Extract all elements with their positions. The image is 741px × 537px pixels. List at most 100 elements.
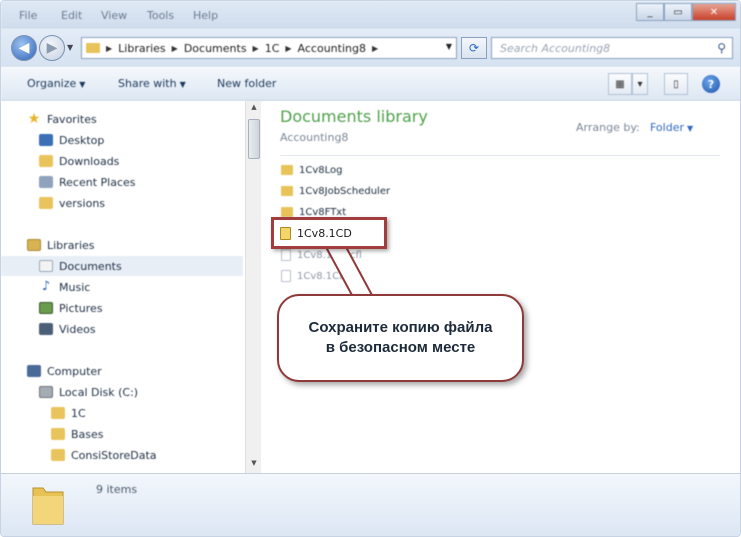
address-dropdown-icon[interactable]: ▼ [446,42,452,51]
change-view-button[interactable]: ▦ [608,73,632,95]
menu-bar: File Edit View Tools Help _ ▭ ✕ [1,1,740,29]
recent-pages-dropdown-icon[interactable]: ▼ [67,43,73,52]
folder-icon [281,207,293,217]
library-title: Documents library [280,107,428,126]
scrollbar-thumb[interactable] [248,119,260,159]
nav-music-label: Music [59,280,91,294]
chevron-right-icon[interactable]: ▶ [372,44,378,53]
file-name: 1Cv8.1CD.cfl [297,249,362,261]
nav-documents[interactable]: Documents [1,256,243,276]
search-placeholder: Search Accounting8 [500,41,611,55]
preview-pane-button[interactable]: ▯ [664,73,688,95]
videos-icon [39,323,53,335]
arrange-by-label: Arrange by: [576,121,640,134]
nav-folder-1c-label: 1C [71,406,86,420]
chevron-right-icon[interactable]: ▶ [285,44,291,53]
navigation-pane: ★ Favorites Desktop Downloads Recent Pla… [1,101,247,473]
folder-icon [51,407,65,419]
chevron-right-icon[interactable]: ▶ [172,44,178,53]
star-icon: ★ [27,111,41,127]
search-input[interactable]: Search Accounting8 ⚲ [491,37,733,59]
folder-icon [281,186,293,196]
folder-icon [51,428,65,440]
chevron-right-icon[interactable]: ▶ [253,44,259,53]
music-icon: ♪ [41,279,51,294]
back-button[interactable]: ◀ [11,35,37,61]
nav-scrollbar[interactable]: ▲ ▼ [245,101,261,473]
search-icon[interactable]: ⚲ [717,41,726,55]
nav-folder-bases-label: Bases [71,427,104,441]
nav-pictures-label: Pictures [59,301,103,315]
close-button[interactable]: ✕ [692,3,736,21]
refresh-button[interactable]: ⟳ [461,37,487,59]
file-name: 1Cv8Log [299,164,343,176]
folder-icon [51,449,65,461]
file-item[interactable]: 1Cv8.1CD.cfl [281,267,362,285]
documents-icon [39,260,53,272]
file-name: 1Cv8.1CD.cfl [297,270,362,282]
content-pane: Documents library Accounting8 Arrange by… [263,101,740,473]
maximize-button[interactable]: ▭ [664,3,692,21]
arrange-by-dropdown[interactable]: Folder ▼ [650,121,693,134]
folder-icon [39,197,53,209]
menu-help[interactable]: Help [193,9,218,22]
callout-bubble: Сохраните копию файла в безопасном месте [277,294,524,382]
scroll-up-icon[interactable]: ▲ [248,103,260,115]
nav-favorites-label: Favorites [47,112,97,126]
share-with-label: Share with [118,77,177,90]
folder-icon [281,165,293,175]
file-item[interactable]: 1Cv8JobScheduler [281,182,390,200]
breadcrumb-libraries[interactable]: Libraries [118,42,166,55]
file-icon [281,270,291,282]
menu-tools[interactable]: Tools [147,9,174,22]
highlighted-file-name: 1Cv8.1CD [297,226,352,240]
minimize-button[interactable]: _ [636,3,664,21]
view-options-dropdown-icon[interactable]: ▾ [632,73,648,95]
new-folder-button[interactable]: New folder [217,77,276,90]
divider [280,155,720,156]
database-file-icon [280,226,291,240]
help-icon[interactable]: ? [702,75,720,93]
address-bar[interactable]: ▶ Libraries ▶ Documents ▶ 1C ▶ Accountin… [81,37,457,59]
nav-documents-label: Documents [59,259,122,273]
nav-downloads-label: Downloads [59,154,120,168]
share-with-button[interactable]: Share with ▼ [118,77,186,90]
scroll-down-icon[interactable]: ▼ [248,459,260,471]
chevron-down-icon: ▼ [687,124,694,133]
menu-file[interactable]: File [19,9,37,22]
details-pane: 9 items [1,473,740,536]
nav-libraries[interactable]: Libraries [27,235,269,255]
computer-icon [27,365,41,377]
callout-line-1: Сохраните копию файла [308,319,493,336]
nav-local-disk-label: Local Disk (C:) [59,385,139,399]
folder-icon [86,43,100,53]
organize-button[interactable]: Organize ▼ [27,77,85,90]
file-item[interactable]: 1Cv8Log [281,161,343,179]
chevron-down-icon: ▼ [179,80,186,89]
nav-folder-consistoredata-label: ConsiStoreData [71,448,157,462]
forward-button[interactable]: ▶ [39,35,65,61]
chevron-right-icon[interactable]: ▶ [106,44,112,53]
nav-recent-places-label: Recent Places [59,175,136,189]
nav-favorites[interactable]: ★ Favorites [27,109,269,129]
highlighted-file-1cv8-1cd[interactable]: 1Cv8.1CD [271,217,387,249]
file-name: 1Cv8JobScheduler [299,185,391,197]
organize-label: Organize [27,77,77,90]
libraries-icon [27,239,41,251]
explorer-window: File Edit View Tools Help _ ▭ ✕ ◀ ▶ ▼ ▶ … [0,0,741,537]
menu-edit[interactable]: Edit [61,9,82,22]
menu-view[interactable]: View [101,9,127,22]
folder-icon [32,487,64,525]
file-name: 1Cv8FTxt [299,206,347,218]
file-icon [281,249,291,261]
callout-line-2: в безопасном месте [325,339,476,356]
breadcrumb-documents[interactable]: Documents [184,42,247,55]
breadcrumb-1c[interactable]: 1C [265,42,280,55]
nav-computer[interactable]: Computer [27,361,269,381]
chevron-down-icon: ▼ [79,80,86,89]
pictures-icon [39,302,53,314]
arrange-by-value: Folder [650,121,684,134]
window-controls: _ ▭ ✕ [636,3,736,21]
address-row: ◀ ▶ ▼ ▶ Libraries ▶ Documents ▶ 1C ▶ Acc… [1,29,740,67]
breadcrumb-accounting8[interactable]: Accounting8 [298,42,366,55]
